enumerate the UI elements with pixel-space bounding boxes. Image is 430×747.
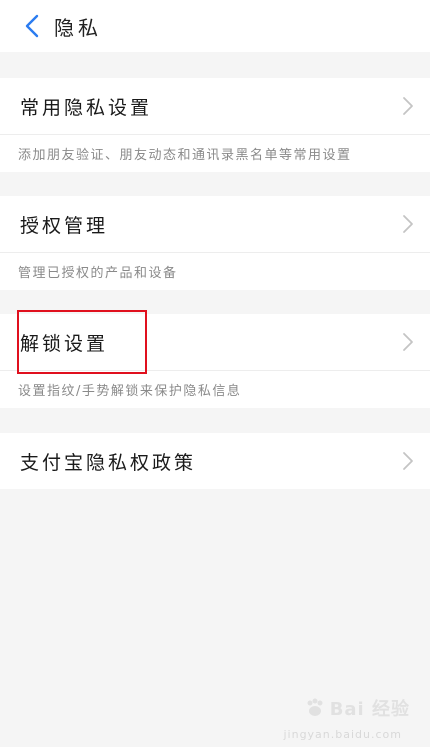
chevron-right-icon: [403, 452, 413, 470]
section-privacy-policy: 支付宝隐私权政策: [0, 433, 430, 489]
chevron-right-icon: [403, 215, 413, 233]
common-privacy-settings-item[interactable]: 常用隐私设置: [0, 78, 430, 134]
section-common-privacy: 常用隐私设置 添加朋友验证、朋友动态和通讯录黑名单等常用设置: [0, 78, 430, 172]
unlock-settings-description: 设置指纹/手势解锁来保护隐私信息: [0, 370, 430, 408]
chevron-left-icon: [25, 14, 39, 38]
authorization-management-item[interactable]: 授权管理: [0, 196, 430, 252]
watermark: Bai 经验: [304, 695, 410, 721]
section-authorization: 授权管理 管理已授权的产品和设备: [0, 196, 430, 290]
highlight-box: [17, 310, 147, 374]
back-button[interactable]: [12, 0, 52, 52]
watermark-subtext: jingyan.baidu.com: [283, 728, 402, 741]
authorization-management-label: 授权管理: [20, 214, 109, 237]
alipay-privacy-policy-item[interactable]: 支付宝隐私权政策: [0, 433, 430, 489]
alipay-privacy-policy-label: 支付宝隐私权政策: [20, 451, 197, 474]
chevron-right-icon: [403, 333, 413, 351]
watermark-text: Bai 经验: [329, 699, 410, 720]
page-title: 隐私: [54, 15, 102, 40]
common-privacy-settings-label: 常用隐私设置: [20, 96, 153, 119]
paw-icon: [307, 698, 323, 716]
authorization-management-description: 管理已授权的产品和设备: [0, 252, 430, 290]
header-bar: 隐私: [0, 0, 430, 52]
common-privacy-settings-description: 添加朋友验证、朋友动态和通讯录黑名单等常用设置: [0, 134, 430, 172]
chevron-right-icon: [403, 97, 413, 115]
